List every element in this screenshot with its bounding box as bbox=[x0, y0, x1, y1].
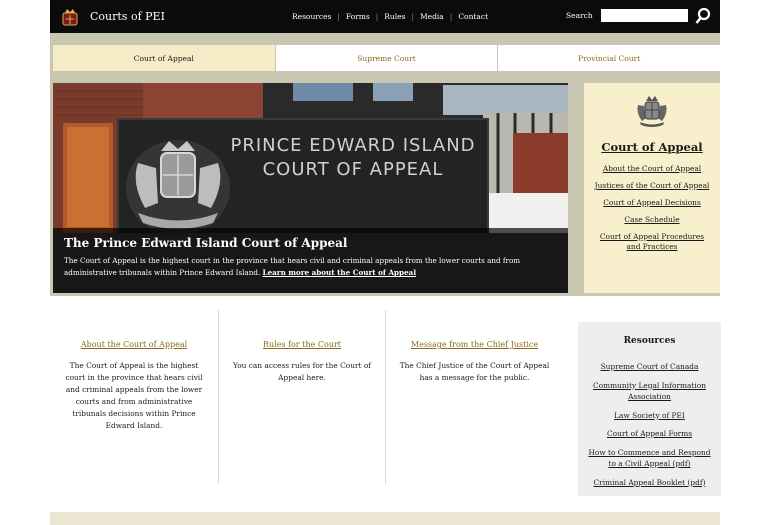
info-column-rules: Rules for the Court You can access rules… bbox=[219, 310, 386, 484]
resources-title: Resources bbox=[623, 336, 676, 346]
resource-link[interactable]: Law Society of PEI bbox=[584, 410, 715, 422]
panel-link-justices[interactable]: Justices of the Court of Appeal bbox=[592, 181, 712, 191]
royal-arms-icon bbox=[126, 140, 230, 236]
column-heading[interactable]: Message from the Chief Justice bbox=[410, 338, 539, 351]
nav-forms[interactable]: Forms bbox=[346, 12, 370, 21]
royal-arms-icon bbox=[637, 96, 667, 127]
nav-rules[interactable]: Rules bbox=[384, 12, 405, 21]
panel-link-decisions[interactable]: Court of Appeal Decisions bbox=[592, 198, 712, 208]
resource-link[interactable]: Criminal Appeal Booklet (pdf) bbox=[584, 477, 715, 489]
column-heading[interactable]: Rules for the Court bbox=[243, 338, 361, 351]
resource-link[interactable]: Supreme Court of Canada bbox=[584, 361, 715, 373]
panel-link-case-schedule[interactable]: Case Schedule bbox=[592, 215, 712, 225]
pei-crest-icon[interactable] bbox=[60, 7, 80, 27]
info-column-about: About the Court of Appeal The Court of A… bbox=[50, 310, 219, 484]
column-text: You can access rules for the Court of Ap… bbox=[232, 361, 372, 382]
nav-resources[interactable]: Resources bbox=[292, 12, 331, 21]
sign-line-1: PRINCE EDWARD ISLAND bbox=[230, 135, 475, 156]
column-text: The Court of Appeal is the highest court… bbox=[65, 361, 203, 430]
resource-link[interactable]: Court of Appeal Forms bbox=[584, 428, 715, 440]
hero-image: PRINCE EDWARD ISLAND COURT OF APPEAL The… bbox=[53, 83, 568, 293]
court-of-appeal-panel: Court of Appeal About the Court of Appea… bbox=[584, 83, 720, 293]
resource-link[interactable]: Community Legal Information Association bbox=[584, 380, 715, 403]
hero-text: The Court of Appeal is the highest court… bbox=[64, 255, 557, 279]
learn-more-link[interactable]: Learn more about the Court of Appeal bbox=[263, 268, 417, 277]
info-column-message: Message from the Chief Justice The Chief… bbox=[386, 310, 563, 484]
tab-court-of-appeal[interactable]: Court of Appeal bbox=[53, 45, 276, 71]
sign-line-2: COURT OF APPEAL bbox=[263, 159, 444, 180]
hero-title: The Prince Edward Island Court of Appeal bbox=[64, 236, 348, 250]
hero-caption: The Prince Edward Island Court of Appeal… bbox=[53, 228, 568, 293]
column-text: The Chief Justice of the Court of Appeal… bbox=[399, 361, 550, 382]
panel-link-procedures[interactable]: Court of Appeal Procedures and Practices bbox=[592, 232, 712, 252]
column-heading[interactable]: About the Court of Appeal bbox=[74, 338, 194, 351]
panel-link-about[interactable]: About the Court of Appeal bbox=[592, 164, 712, 174]
tab-provincial-court[interactable]: Provincial Court bbox=[498, 45, 720, 71]
search-icon[interactable] bbox=[695, 7, 711, 25]
nav-contact[interactable]: Contact bbox=[458, 12, 488, 21]
nav-media[interactable]: Media bbox=[420, 12, 444, 21]
resources-panel: Resources Supreme Court of Canada Commun… bbox=[578, 322, 721, 496]
panel-title[interactable]: Court of Appeal bbox=[584, 140, 720, 154]
top-nav: Resources | Forms | Rules | Media | Cont… bbox=[292, 12, 489, 21]
footer-band bbox=[50, 512, 720, 525]
resource-link[interactable]: How to Commence and Respond to a Civil A… bbox=[584, 447, 715, 470]
search-input[interactable] bbox=[601, 9, 688, 22]
search-label: Search bbox=[566, 11, 593, 20]
tab-supreme-court[interactable]: Supreme Court bbox=[276, 45, 499, 71]
site-brand[interactable]: Courts of PEI bbox=[90, 10, 165, 23]
court-tabs: Court of Appeal Supreme Court Provincial… bbox=[53, 45, 720, 71]
